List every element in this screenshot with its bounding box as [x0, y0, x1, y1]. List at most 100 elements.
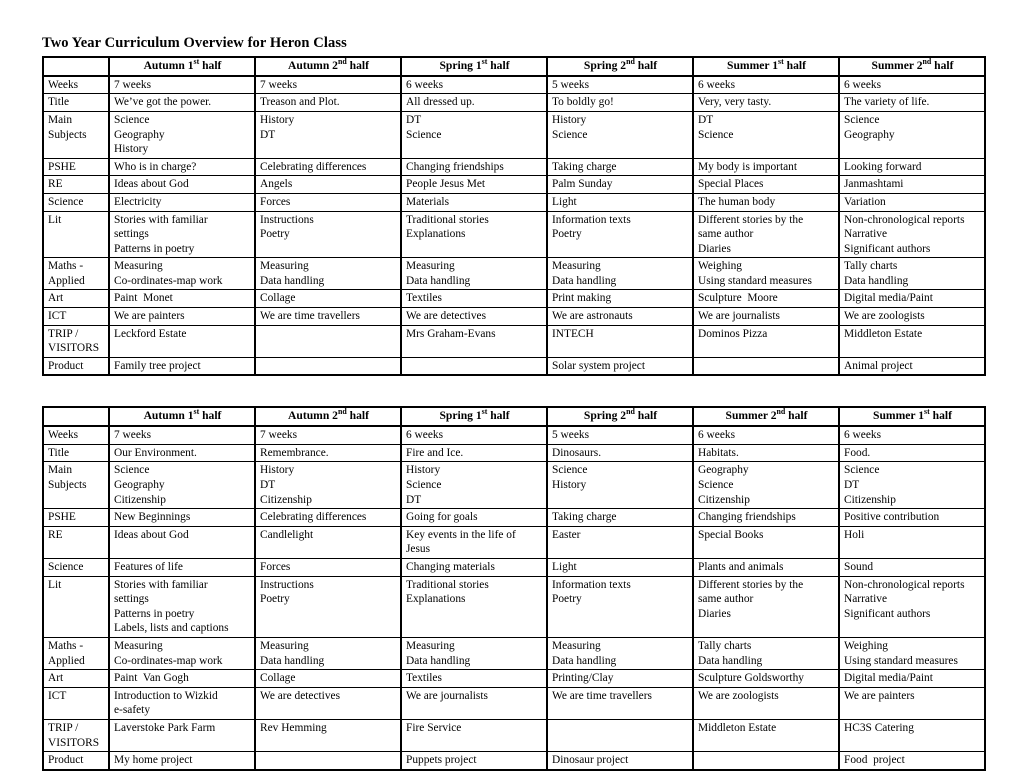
- row-label-maths-applied: Maths - Applied: [42, 257, 110, 291]
- table-row: RE Ideas about God Candlelight Key events i…: [42, 525, 986, 560]
- cell-pshe-3: Taking charge: [546, 508, 694, 527]
- table-row: Maths - Applied Measuring Co-ordinates-map…: [42, 257, 986, 291]
- cell-art-4: Sculpture Goldsworthy: [692, 669, 840, 688]
- table-row: Title We’ve got the power. Treason and Plo…: [42, 93, 986, 112]
- table-row: Maths - Applied Measuring Co-ordinates-map…: [42, 636, 986, 671]
- cell-science-1: Forces: [254, 558, 402, 577]
- cell-product-2: [400, 356, 548, 376]
- table-corner-cell: [42, 56, 110, 77]
- cell-ict-0: Introduction to Wizkid e-safety: [108, 686, 256, 720]
- table-body-year-a: Weeks 7 weeks 7 weeks 6 weeks 5 weeks 6 weeks…: [42, 75, 986, 376]
- cell-science-2: Materials: [400, 192, 548, 212]
- cell-pshe-0: Who is in charge?: [108, 157, 256, 177]
- cell-ict-3: We are astronauts: [546, 307, 694, 326]
- cell-lit-3: Information texts Poetry: [546, 575, 694, 639]
- cell-science-5: Sound: [838, 558, 986, 577]
- table-row: TRIP / VISITORS Laverstoke Park Farm Rev H…: [42, 718, 986, 753]
- column-header-summer-1st-half: Summer 1st half: [838, 406, 986, 428]
- cell-art-1: Collage: [254, 289, 402, 309]
- cell-title-4: Very, very tasty.: [692, 93, 840, 112]
- cell-art-2: Textiles: [400, 289, 548, 309]
- cell-pshe-2: Going for goals: [400, 508, 548, 527]
- page-title: Two Year Curriculum Overview for Heron C…: [42, 35, 347, 51]
- cell-main-subjects-4: DT Science: [692, 110, 840, 159]
- cell-science-0: Features of life: [108, 558, 256, 577]
- cell-ict-5: We are zoologists: [838, 307, 986, 326]
- row-label-ict: ICT: [42, 307, 110, 326]
- cell-maths-applied-5: Weighing Using standard measures: [838, 636, 986, 671]
- table-row: Lit Stories with familiar settings Patterns…: [42, 210, 986, 259]
- table-row: Lit Stories with familiar settings Patterns…: [42, 575, 986, 639]
- cell-trip-visitors-2: Fire Service: [400, 718, 548, 753]
- cell-main-subjects-2: DT Science: [400, 110, 548, 159]
- cell-lit-2: Traditional stories Explanations: [400, 210, 548, 259]
- header-row: Autumn 1st half Autumn 2nd half Spring 1st…: [42, 56, 986, 77]
- cell-maths-applied-4: Tally charts Data handling: [692, 636, 840, 671]
- column-header-summer-2nd-half: Summer 2nd half: [692, 406, 840, 428]
- cell-title-2: All dressed up.: [400, 93, 548, 112]
- cell-lit-0: Stories with familiar settings Patterns in…: [108, 575, 256, 639]
- cell-science-3: Light: [546, 558, 694, 577]
- cell-art-2: Textiles: [400, 669, 548, 688]
- row-label-lit: Lit: [42, 575, 110, 639]
- cell-title-5: Food.: [838, 443, 986, 463]
- cell-re-5: Janmashtami: [838, 175, 986, 194]
- cell-weeks-4: 6 weeks: [692, 75, 840, 95]
- cell-ict-2: We are detectives: [400, 307, 548, 326]
- cell-product-3: Solar system project: [546, 356, 694, 376]
- cell-re-0: Ideas about God: [108, 525, 256, 560]
- row-label-main-subjects: Main Subjects: [42, 110, 110, 159]
- table-row: RE Ideas about God Angels People Jesus Met P…: [42, 175, 986, 194]
- cell-main-subjects-0: Science Geography History: [108, 110, 256, 159]
- table-row: Art Paint Van Gogh Collage Textiles Printing…: [42, 669, 986, 688]
- column-header-spring-2nd-half: Spring 2nd half: [546, 56, 694, 77]
- cell-maths-applied-1: Measuring Data handling: [254, 257, 402, 291]
- row-label-science: Science: [42, 558, 110, 577]
- cell-product-4: [692, 356, 840, 376]
- row-label-pshe: PSHE: [42, 508, 110, 527]
- cell-re-3: Easter: [546, 525, 694, 560]
- cell-science-0: Electricity: [108, 192, 256, 212]
- table-row: PSHE Who is in charge? Celebrating differe…: [42, 157, 986, 177]
- row-label-maths-applied: Maths - Applied: [42, 636, 110, 671]
- cell-art-0: Paint Van Gogh: [108, 669, 256, 688]
- column-header-spring-2nd-half: Spring 2nd half: [546, 406, 694, 428]
- cell-art-1: Collage: [254, 669, 402, 688]
- cell-pshe-1: Celebrating differences: [254, 508, 402, 527]
- cell-weeks-5: 6 weeks: [838, 425, 986, 445]
- row-label-lit: Lit: [42, 210, 110, 259]
- cell-pshe-4: My body is important: [692, 157, 840, 177]
- cell-science-3: Light: [546, 192, 694, 212]
- cell-product-0: My home project: [108, 751, 256, 771]
- cell-main-subjects-2: History Science DT: [400, 461, 548, 510]
- cell-maths-applied-3: Measuring Data handling: [546, 636, 694, 671]
- cell-lit-5: Non-chronological reports Narrative Signif…: [838, 575, 986, 639]
- cell-maths-applied-4: Weighing Using standard measures: [692, 257, 840, 291]
- cell-lit-4: Different stories by the same author Diari…: [692, 575, 840, 639]
- cell-re-2: People Jesus Met: [400, 175, 548, 194]
- cell-title-4: Habitats.: [692, 443, 840, 463]
- cell-maths-applied-0: Measuring Co-ordinates-map work: [108, 636, 256, 671]
- row-label-weeks: Weeks: [42, 75, 110, 95]
- cell-maths-applied-2: Measuring Data handling: [400, 636, 548, 671]
- cell-maths-applied-3: Measuring Data handling: [546, 257, 694, 291]
- table-row: ICT We are painters We are time travellers…: [42, 307, 986, 326]
- cell-trip-visitors-1: Rev Hemming: [254, 718, 402, 753]
- table-header-year-b: Autumn 1st half Autumn 2nd half Spring 1st…: [42, 406, 986, 428]
- table-corner-cell: [42, 406, 110, 428]
- row-label-weeks: Weeks: [42, 425, 110, 445]
- cell-ict-2: We are journalists: [400, 686, 548, 720]
- column-header-spring-1st-half: Spring 1st half: [400, 406, 548, 428]
- cell-maths-applied-0: Measuring Co-ordinates-map work: [108, 257, 256, 291]
- curriculum-table-year-b: Autumn 1st half Autumn 2nd half Spring 1st…: [42, 406, 986, 771]
- cell-pshe-4: Changing friendships: [692, 508, 840, 527]
- cell-ict-5: We are painters: [838, 686, 986, 720]
- cell-science-4: Plants and animals: [692, 558, 840, 577]
- cell-lit-1: Instructions Poetry: [254, 575, 402, 639]
- cell-re-1: Candlelight: [254, 525, 402, 560]
- cell-lit-4: Different stories by the same author Diari…: [692, 210, 840, 259]
- cell-maths-applied-5: Tally charts Data handling: [838, 257, 986, 291]
- cell-product-0: Family tree project: [108, 356, 256, 376]
- cell-weeks-5: 6 weeks: [838, 75, 986, 95]
- header-row: Autumn 1st half Autumn 2nd half Spring 1st…: [42, 406, 986, 428]
